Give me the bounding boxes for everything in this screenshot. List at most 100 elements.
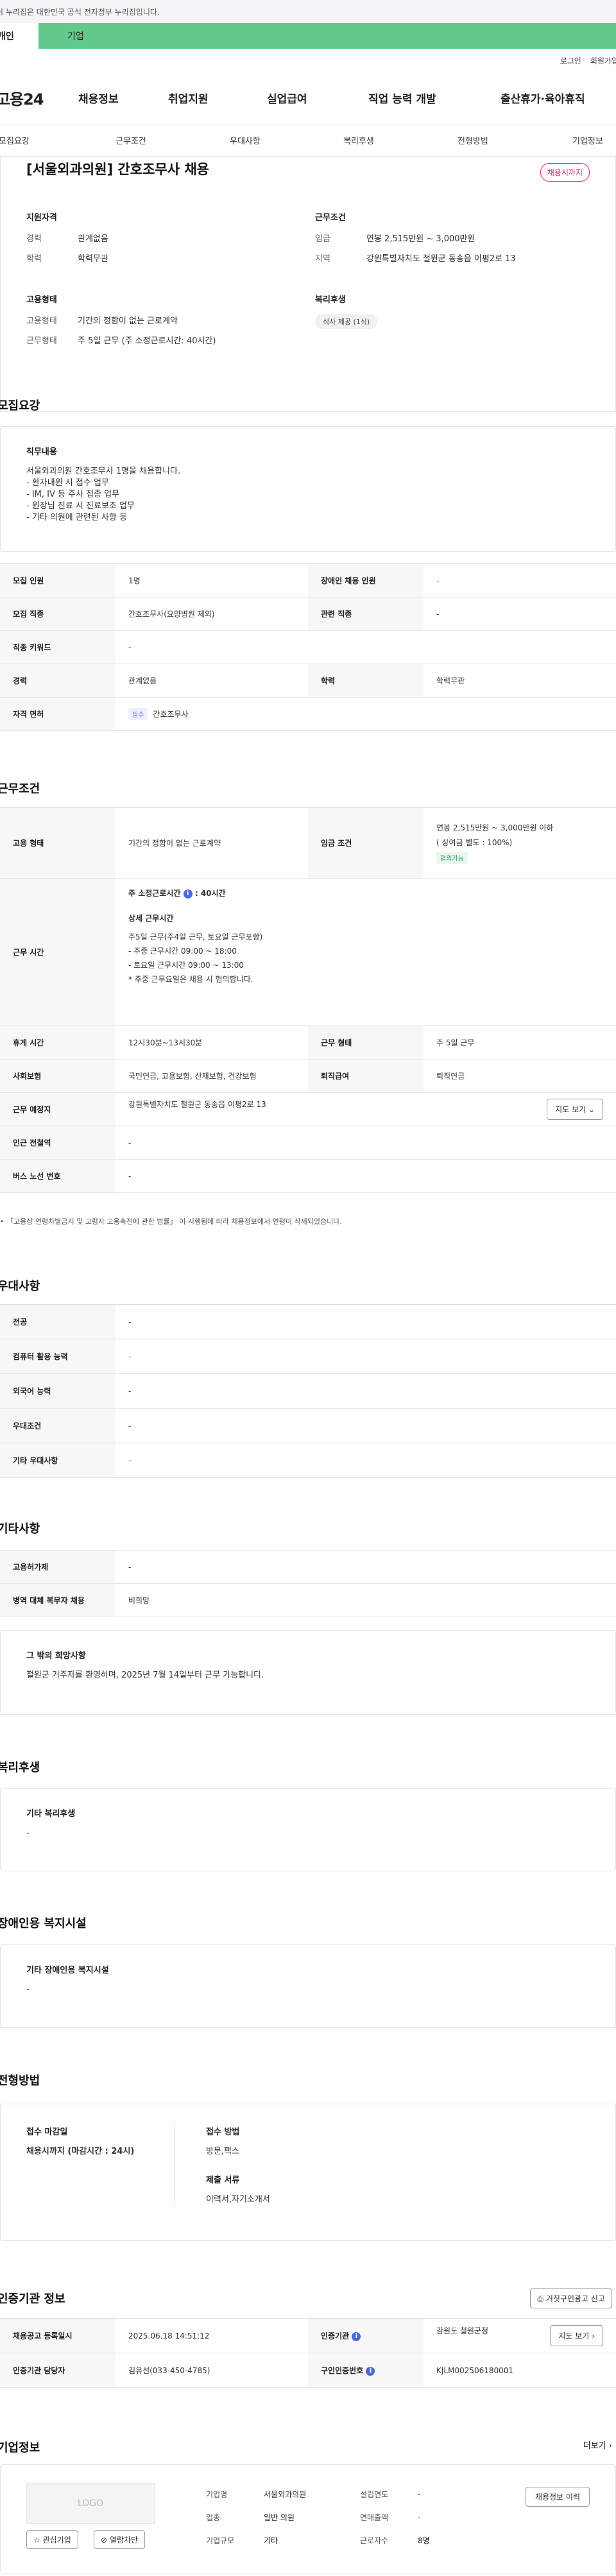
cell-label: 컴퓨터 활용 능력: [0, 1339, 116, 1374]
duty-box: 직무내용 서울외과의원 간호조무사 1명을 채용합니다. - 환자내원 시 접수…: [0, 426, 616, 552]
welfare-summary-block: 복리후생 식사 제공 (1식): [315, 293, 378, 329]
conditions-heading: 근무조건: [315, 213, 346, 223]
disability-value: -: [26, 1985, 30, 1995]
login-link[interactable]: 로그인: [560, 55, 581, 66]
preferences-table: 전공 - 컴퓨터 활용 능력 - 외국어 능력 - 우대조건 - 기타 우대사항 -: [0, 1304, 616, 1478]
section-title-recruit: 모집요강: [0, 399, 40, 413]
conditions-block: 근무조건 임금 연봉 2,515만원 ~ 3,000만원 지역 강원특별자치도 철원…: [315, 210, 516, 271]
qual-label: 학력: [26, 254, 42, 264]
block-company-button[interactable]: ⊘ 열람차단: [94, 2530, 146, 2549]
table-row: 모집 인원 1명 장애인 채용 인원 -: [0, 563, 616, 597]
nav-item-parental-leave[interactable]: 출산휴가·육아휴직: [501, 90, 585, 106]
more-link[interactable]: 더보기 ›: [583, 2439, 612, 2451]
qualification-heading: 지원자격: [26, 213, 57, 223]
table-row: 경력 관계없음 학력 학력무관: [0, 664, 616, 698]
table-row: 전공 -: [0, 1304, 616, 1339]
cell-label: 전공: [0, 1304, 116, 1339]
org-cell: 강원도 철원군청 지도 보기 ›: [424, 2318, 616, 2353]
section-title-process: 전형방법: [0, 2074, 40, 2088]
work-conditions-table: 고용 형태 기간의 정함이 없는 근로계약 임금 조건 연봉 2,515만원 ~…: [0, 807, 616, 1193]
emp-label: 근무형태: [26, 336, 57, 346]
company-established: -: [418, 2490, 421, 2499]
cell-label: 인근 전철역: [0, 1126, 116, 1160]
cell-value: 주 5일 근무: [424, 1026, 616, 1060]
gov-banner-text: 이 누리집은 대한민국 공식 전자정부 누리집입니다.: [0, 7, 160, 17]
wish-box: 그 밖의 희망사항 철원군 거주자를 환영하며, 2025년 7월 14일부터 …: [0, 1630, 616, 1715]
company-employees: 8명: [418, 2536, 430, 2545]
method-heading: 접수 방법: [206, 2127, 240, 2137]
cell-value: -: [116, 1126, 616, 1160]
tab-personal[interactable]: 개인: [0, 23, 38, 49]
divider: [174, 2122, 175, 2206]
cell-value: 관계없음: [116, 664, 308, 698]
table-row: 휴게 시간 12시30분~13시30분 근무 형태 주 5일 근무: [0, 1026, 616, 1060]
info-icon[interactable]: i: [352, 2331, 361, 2341]
info-icon[interactable]: i: [366, 2366, 375, 2376]
nav-item-jobs[interactable]: 채용정보: [78, 90, 168, 106]
tab-welfare[interactable]: 복리후생: [343, 134, 374, 146]
cell-label: 모집 인원: [0, 563, 116, 597]
table-row: 우대조건 -: [0, 1408, 616, 1443]
cell-label: 학력: [308, 664, 424, 698]
company-details-right: 설립연도 - 연매출액 - 근로자수 8명: [360, 2490, 430, 2545]
work-time-cell: 주 소정근로시간 i : 40시간 상세 근무시간 주5일 근무(주4일 근무,…: [116, 878, 616, 1026]
cell-value: 12시30분~13시30분: [116, 1026, 308, 1060]
section-title-company: 기업정보: [0, 2441, 40, 2455]
duty-line: 서울외과의원 간호조무사 1명을 채용합니다.: [26, 467, 181, 476]
cell-value: -: [116, 1443, 616, 1478]
emp-value: 기간의 정함이 없는 근로계약: [78, 316, 178, 326]
cell-label: 관련 직종: [308, 597, 424, 631]
cell-label: 우대조건: [0, 1408, 116, 1443]
section-title-etc: 기타사항: [0, 1522, 40, 1536]
table-row: 직종 키워드 -: [0, 630, 616, 664]
report-icon: ⎙: [537, 2294, 544, 2303]
org-map-button[interactable]: 지도 보기 ›: [550, 2325, 603, 2346]
report-fake-ad-button[interactable]: ⎙ 거짓구인광고 신고: [530, 2288, 612, 2308]
cell-value: -: [424, 597, 616, 631]
company-box: LOGO ☆ 관심기업 ⊘ 열람차단 기업명 서울외과의원 업종 일반 의원 기업규…: [0, 2464, 616, 2573]
company-sales: -: [418, 2513, 421, 2522]
wage-range: 연봉 2,515만원 ~ 3,000만원 이하: [436, 823, 554, 832]
cell-label: 퇴직급여: [308, 1059, 424, 1093]
tab-company[interactable]: 기업: [38, 23, 616, 49]
favorite-company-button[interactable]: ☆ 관심기업: [26, 2530, 78, 2549]
nav-item-vocational-training[interactable]: 직업 능력 개발: [368, 90, 501, 106]
cell-value: -: [116, 630, 616, 664]
tab-company-info[interactable]: 기업정보: [572, 134, 603, 146]
table-row: 병역 대체 복무자 채용 비희망: [0, 1583, 616, 1617]
table-row: 인증기관 담당자 김유선(033-450-4785) 구인인증번호 i KJLM…: [0, 2353, 616, 2388]
cell-label: 자격 면허: [0, 697, 116, 731]
age-note: • 「고용상 연령차별금지 및 고령자 고용촉진에 관한 법률」 이 시행됨에 …: [0, 1217, 342, 1226]
required-chip: 필수: [128, 708, 148, 720]
table-row: 근무 예정지 강원특별자치도 철원군 동송읍 이평2로 13 지도 보기 ⌄: [0, 1092, 616, 1126]
cell-value: 간호조무사(요양병원 제외): [116, 597, 308, 631]
wish-text: 철원군 거주자를 환영하며, 2025년 7월 14일부터 근무 가능합니다.: [26, 1670, 264, 1680]
nav-item-unemployment-benefit[interactable]: 실업급여: [267, 90, 368, 106]
tab-recruit[interactable]: 모집요강: [0, 134, 30, 146]
tab-work-conditions[interactable]: 근무조건: [116, 134, 146, 146]
cell-value: 국민연금, 고용보험, 산재보험, 건강보험: [116, 1059, 308, 1093]
chevron-down-icon: ⌄: [588, 1105, 595, 1114]
map-button[interactable]: 지도 보기 ⌄: [547, 1099, 603, 1120]
detail-hours-heading: 상세 근무시간: [128, 914, 174, 923]
company-logo-placeholder: LOGO: [26, 2483, 155, 2524]
table-row: 컴퓨터 활용 능력 -: [0, 1339, 616, 1374]
info-icon[interactable]: i: [183, 889, 193, 898]
signup-link[interactable]: 회원가입: [590, 55, 616, 66]
site-header: 고용24 채용정보 취업지원 실업급여 직업 능력 개발 출산휴가·육아휴직: [0, 72, 616, 125]
qual-value: 학력무관: [78, 254, 108, 264]
job-history-button[interactable]: 채용정보 이력: [525, 2487, 590, 2507]
table-row: 근무 시간 주 소정근로시간 i : 40시간 상세 근무시간 주5일 근무(주…: [0, 878, 616, 1026]
tab-preferences[interactable]: 우대사항: [230, 134, 261, 146]
wage-bonus: ( 상여금 별도 : 100%): [436, 838, 513, 847]
site-logo[interactable]: 고용24: [0, 87, 78, 109]
negotiable-chip: 협의가능: [436, 852, 468, 864]
nav-item-employment-support[interactable]: 취업지원: [168, 90, 267, 106]
tab-process[interactable]: 전형방법: [458, 134, 488, 146]
detail-hours-line: - 주중 근무시간 09:00 ~ 18:00: [128, 947, 237, 956]
cell-label: 구인인증번호 i: [308, 2353, 424, 2388]
section-title-preferences: 우대사항: [0, 1280, 40, 1293]
section-title-disability: 장애인용 복지시설: [0, 1917, 87, 1930]
section-tabs: 모집요강 근무조건 우대사항 복리후생 전형방법 기업정보: [0, 125, 616, 157]
cell-label: 사회보험: [0, 1059, 116, 1093]
